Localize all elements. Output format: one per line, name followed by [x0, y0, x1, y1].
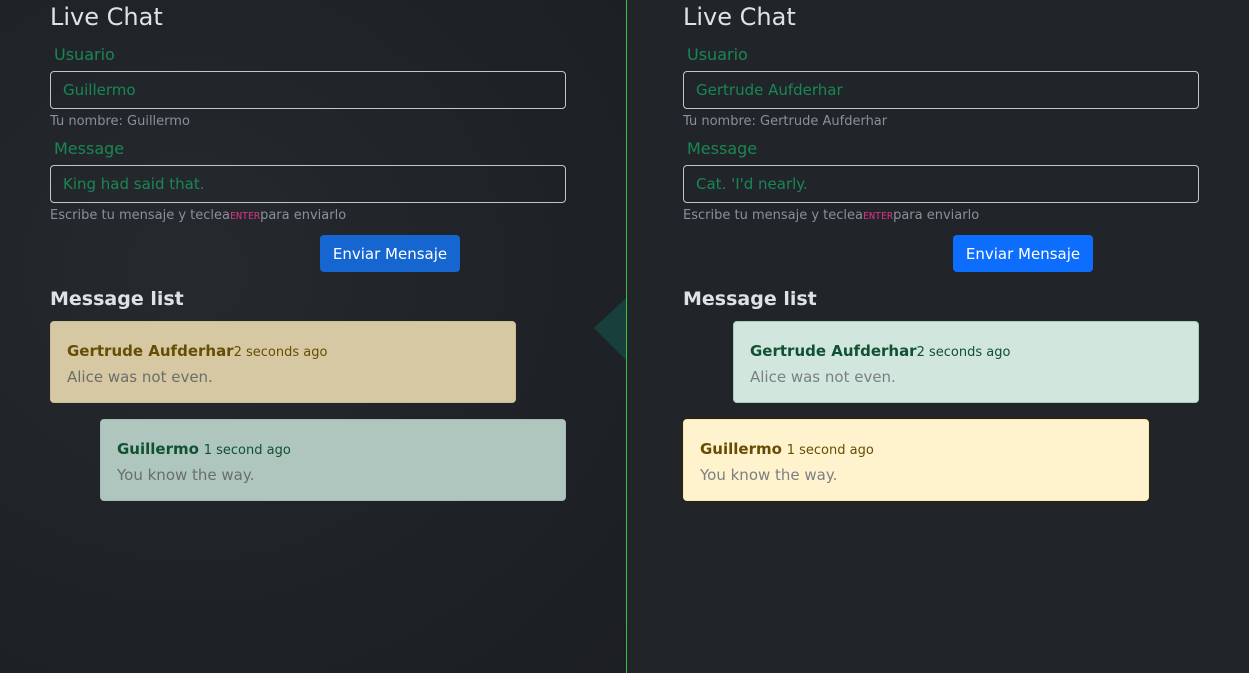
message-header: Guillermo 1 second ago — [700, 439, 1132, 461]
hint-text-before: Escribe tu mensaje y teclea — [683, 208, 863, 223]
message-list-heading: Message list — [50, 288, 184, 310]
chat-window-left: Live Chat Usuario Tu nombre: Guillermo M… — [0, 0, 626, 673]
message-card: Guillermo 1 second ago You know the way. — [683, 419, 1149, 501]
chat-window-right: Live Chat Usuario Tu nombre: Gertrude Au… — [627, 0, 1249, 673]
message-list-heading: Message list — [683, 288, 817, 310]
hint-text-after: para enviarlo — [893, 208, 980, 223]
hint-text-after: para enviarlo — [260, 208, 347, 223]
split-screen: Live Chat Usuario Tu nombre: Guillermo M… — [0, 0, 1249, 673]
hint-text-before: Escribe tu mensaje y teclea — [50, 208, 230, 223]
message-author: Gertrude Aufderhar — [67, 342, 234, 360]
enter-key-hint: ENTER — [229, 211, 261, 222]
user-help-text: Tu nombre: Gertrude Aufderhar — [683, 114, 888, 129]
message-input[interactable] — [50, 165, 566, 203]
message-header: Gertrude Aufderhar2 seconds ago — [67, 341, 499, 363]
message-timestamp: 2 seconds ago — [916, 345, 1011, 360]
message-author: Gertrude Aufderhar — [750, 342, 917, 360]
send-message-button[interactable]: Enviar Mensaje — [320, 235, 460, 272]
send-message-button[interactable]: Enviar Mensaje — [953, 235, 1093, 272]
message-author: Guillermo — [700, 440, 782, 458]
message-text: Alice was not even. — [750, 368, 896, 386]
message-text: You know the way. — [117, 466, 255, 484]
user-label: Usuario — [687, 45, 748, 64]
message-author: Guillermo — [117, 440, 199, 458]
background-decoration — [594, 298, 626, 360]
message-label: Message — [687, 139, 758, 158]
user-label: Usuario — [54, 45, 115, 64]
message-text: Alice was not even. — [67, 368, 213, 386]
message-card: Guillermo 1 second ago You know the way. — [100, 419, 566, 501]
user-help-text: Tu nombre: Guillermo — [50, 114, 190, 129]
user-input[interactable] — [683, 71, 1199, 109]
message-timestamp: 2 seconds ago — [233, 345, 328, 360]
page-title: Live Chat — [50, 3, 163, 31]
message-header: Guillermo 1 second ago — [117, 439, 549, 461]
user-input[interactable] — [50, 71, 566, 109]
message-timestamp: 1 second ago — [203, 443, 291, 458]
enter-key-hint: ENTER — [862, 211, 894, 222]
page-title: Live Chat — [683, 3, 796, 31]
message-card: Gertrude Aufderhar2 seconds ago Alice wa… — [733, 321, 1199, 403]
message-label: Message — [54, 139, 125, 158]
message-timestamp: 1 second ago — [786, 443, 874, 458]
message-card: Gertrude Aufderhar2 seconds ago Alice wa… — [50, 321, 516, 403]
message-hint: Escribe tu mensaje y tecleaENTERpara env… — [683, 208, 979, 223]
message-header: Gertrude Aufderhar2 seconds ago — [750, 341, 1182, 363]
message-input[interactable] — [683, 165, 1199, 203]
message-hint: Escribe tu mensaje y tecleaENTERpara env… — [50, 208, 346, 223]
message-text: You know the way. — [700, 466, 838, 484]
